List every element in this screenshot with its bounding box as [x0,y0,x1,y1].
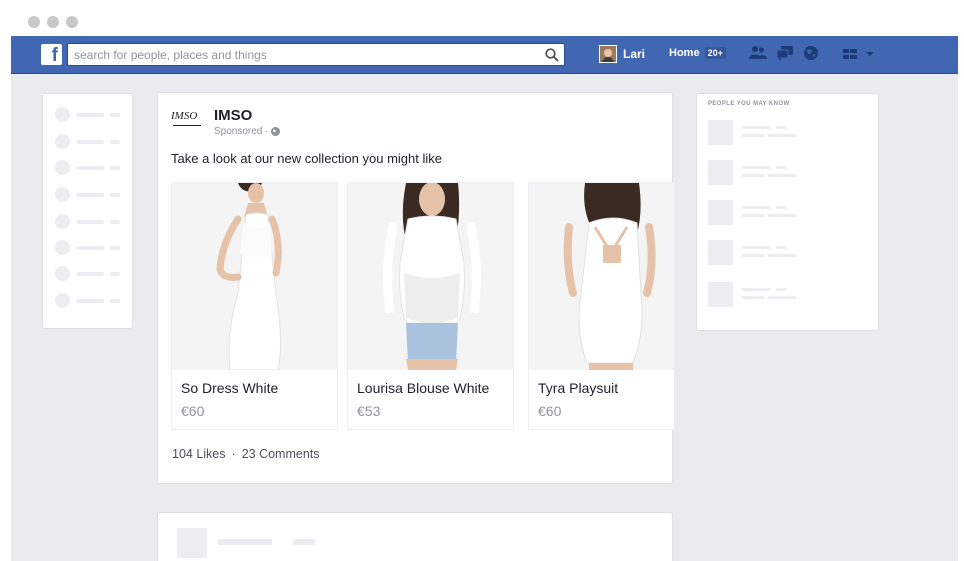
privacy-shortcuts-icon[interactable] [843,48,857,60]
sidebar-placeholder-item [55,240,120,255]
next-post-placeholder [157,512,673,561]
separator: · [231,447,236,461]
sponsored-post: IMSO IMSO Sponsored · Take a look at our… [157,92,674,484]
likes-count[interactable]: 104 Likes [172,447,226,461]
profile-link[interactable]: Lari [599,45,645,63]
window-controls [28,16,78,28]
panel-title: PEOPLE YOU MAY KNOW [708,101,790,107]
avatar [599,45,617,63]
sidebar-placeholder-item [55,107,120,122]
suggested-person-placeholder [708,200,868,226]
left-sidebar-placeholder [42,93,133,329]
page-viewport: f Lari Home 20+ [11,36,958,561]
window-dot[interactable] [28,16,40,28]
window-dot[interactable] [47,16,59,28]
brand-logo[interactable]: IMSO [171,110,203,132]
product-card[interactable]: So Dress White €60 [171,182,338,430]
suggested-person-placeholder [708,240,868,266]
home-label: Home [669,47,700,59]
sidebar-placeholder-item [55,134,120,149]
product-title[interactable]: Tyra Playsuit [538,380,618,396]
sponsored-label: Sponsored · [214,126,281,137]
product-price: €60 [181,403,205,419]
notifications-globe-icon[interactable] [803,45,819,61]
sidebar-placeholder-item [55,187,120,202]
window-dot[interactable] [66,16,78,28]
search-box[interactable] [67,43,565,66]
people-you-may-know-panel: PEOPLE YOU MAY KNOW [696,93,879,331]
sidebar-placeholder-item [55,214,120,229]
product-card[interactable]: Tyra Playsuit €60 [528,182,674,430]
engagement-summary: 104 Likes · 23 Comments [172,447,320,461]
product-image-dress[interactable] [172,183,337,370]
globe-icon [271,127,281,136]
suggested-person-placeholder [708,160,868,186]
messages-icon[interactable] [776,45,794,61]
friend-requests-icon[interactable] [749,45,767,61]
product-title[interactable]: So Dress White [181,380,278,396]
brand-name[interactable]: IMSO [214,107,252,124]
comments-count[interactable]: 23 Comments [242,447,320,461]
suggested-person-placeholder [708,282,868,308]
product-carousel: So Dress White €60 Lourisa Blouse White … [171,182,674,430]
search-icon[interactable] [544,47,560,63]
top-navbar: f Lari Home 20+ [11,36,958,74]
brand-logo-text: IMSO [171,110,198,122]
nav-icons [749,45,819,61]
product-price: €53 [357,403,381,419]
product-image-playsuit[interactable] [529,183,674,370]
facebook-logo-icon[interactable]: f [41,44,62,65]
user-name: Lari [623,47,646,61]
chevron-down-icon[interactable] [865,50,875,58]
home-badge: 20+ [704,47,726,59]
sidebar-placeholder-item [55,293,120,308]
product-title[interactable]: Lourisa Blouse White [357,380,489,396]
product-card[interactable]: Lourisa Blouse White €53 [347,182,514,430]
product-price: €60 [538,403,562,419]
sidebar-placeholder-item [55,266,120,281]
browser-window: f Lari Home 20+ [0,0,964,561]
suggested-person-placeholder [708,120,868,146]
home-link[interactable]: Home 20+ [669,47,726,59]
sponsored-text: Sponsored · [214,126,269,137]
search-input[interactable] [74,46,534,64]
post-text: Take a look at our new collection you mi… [171,151,442,166]
product-image-blouse[interactable] [348,183,513,370]
account-icons [843,48,875,60]
sidebar-placeholder-item [55,160,120,175]
